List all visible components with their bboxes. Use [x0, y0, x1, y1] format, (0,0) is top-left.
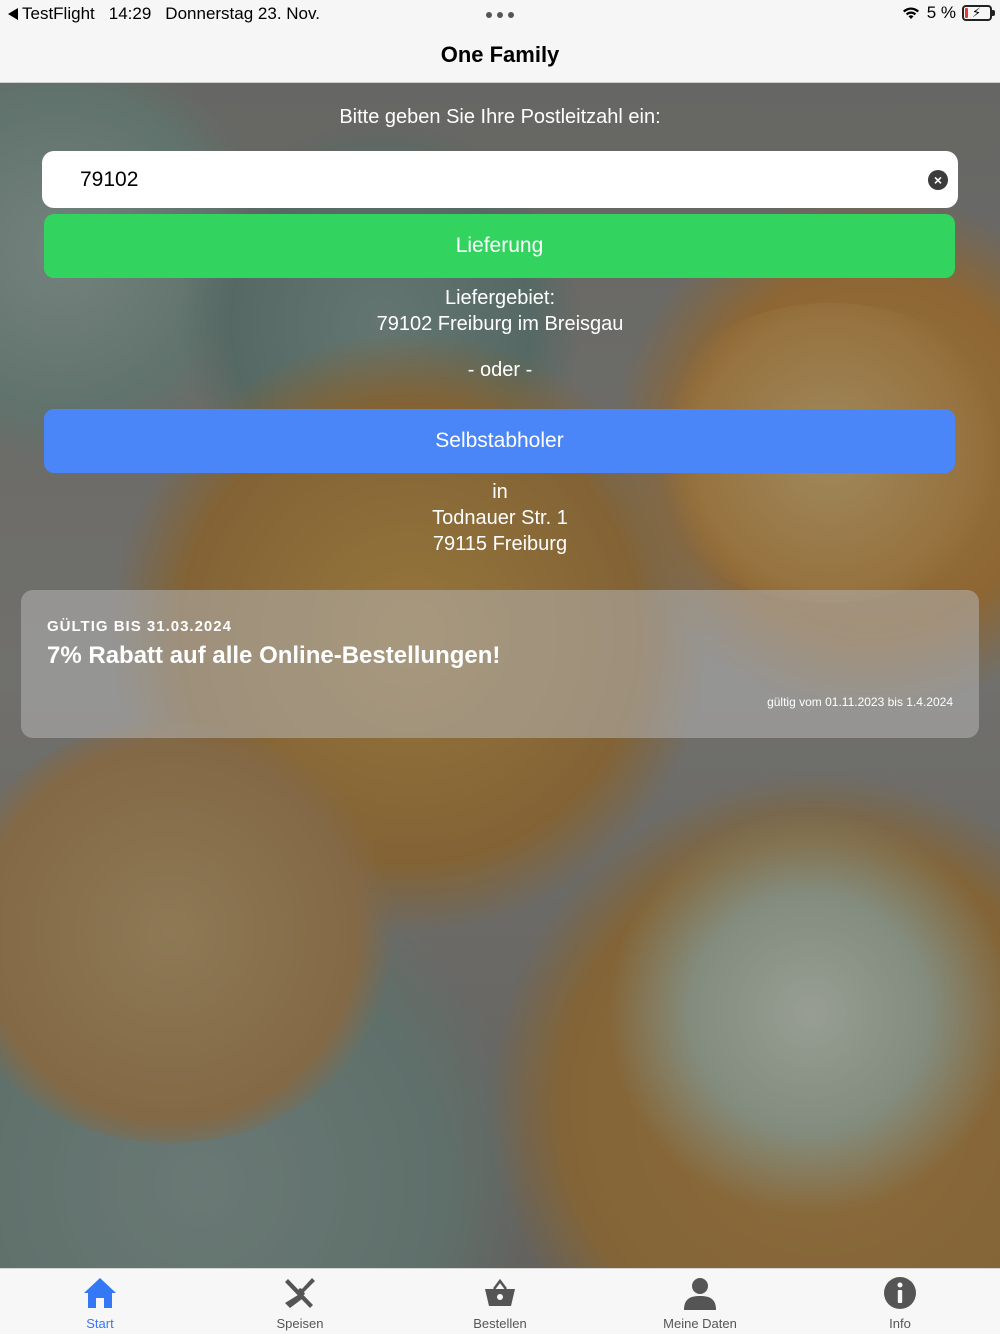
clear-icon[interactable]: ×: [928, 170, 948, 190]
promo-card[interactable]: GÜLTIG BIS 31.03.2024 7% Rabatt auf alle…: [21, 590, 979, 738]
page-title: One Family: [440, 42, 560, 67]
wifi-icon: [902, 7, 919, 19]
promo-note: gültig vom 01.11.2023 bis 1.4.2024: [767, 695, 953, 709]
delivery-button[interactable]: Lieferung: [44, 214, 955, 278]
back-arrow-icon: [8, 8, 18, 20]
delivery-area-label: Liefergebiet:: [444, 287, 556, 309]
tab-speisen[interactable]: Speisen: [200, 1269, 400, 1334]
basket-icon: [485, 1278, 515, 1306]
promo-valid-until: GÜLTIG BIS 31.03.2024: [47, 618, 232, 635]
tab-label: Meine Daten: [663, 1316, 737, 1331]
promo-title: 7% Rabatt auf alle Online-Bestellungen!: [47, 642, 501, 669]
house-icon: [84, 1278, 116, 1308]
tab-info[interactable]: Info: [800, 1269, 1000, 1334]
tab-label: Info: [889, 1316, 911, 1331]
fork-knife-icon: [285, 1278, 315, 1308]
status-date: Donnerstag 23. Nov.: [165, 4, 320, 23]
pickup-city: 79115 Freiburg: [432, 533, 568, 555]
person-icon: [684, 1278, 716, 1310]
status-bar: TestFlight 14:29 Donnerstag 23. Nov. 5 %…: [0, 0, 1000, 30]
zip-field-container: ×: [42, 151, 958, 208]
tab-meine-daten[interactable]: Meine Daten: [600, 1269, 800, 1334]
navigation-bar: One Family: [0, 30, 1000, 83]
main-content: Bitte geben Sie Ihre Postleitzahl ein: ×…: [0, 83, 1000, 1268]
zip-input[interactable]: [80, 151, 900, 208]
tab-bestellen[interactable]: Bestellen: [400, 1269, 600, 1334]
delivery-area-info: Liefergebiet: 79102 Freiburg im Breisgau: [0, 285, 1000, 337]
multitasking-dots-icon[interactable]: [486, 12, 514, 18]
zip-prompt-label: Bitte geben Sie Ihre Postleitzahl ein:: [339, 106, 661, 128]
pickup-button[interactable]: Selbstabholer: [44, 409, 955, 473]
tab-start[interactable]: Start: [0, 1269, 200, 1334]
pickup-street: Todnauer Str. 1: [432, 507, 568, 529]
tab-label: Start: [86, 1316, 114, 1331]
tab-label: Bestellen: [473, 1316, 527, 1331]
battery-percent: 5 %: [926, 3, 956, 22]
tab-label: Speisen: [276, 1316, 324, 1331]
tab-bar: Start Speisen Bestellen Meine Daten Info: [0, 1268, 1000, 1334]
or-separator: - oder -: [467, 359, 533, 381]
back-app-label: TestFlight: [22, 4, 95, 23]
back-to-app-link[interactable]: TestFlight: [8, 4, 95, 24]
battery-icon: ⚡: [962, 5, 995, 21]
pickup-address: in Todnauer Str. 1 79115 Freiburg: [0, 479, 1000, 557]
delivery-area-value: 79102 Freiburg im Breisgau: [376, 313, 624, 335]
info-icon: [884, 1277, 916, 1309]
status-time: 14:29: [108, 4, 152, 23]
pickup-in-label: in: [492, 481, 508, 503]
